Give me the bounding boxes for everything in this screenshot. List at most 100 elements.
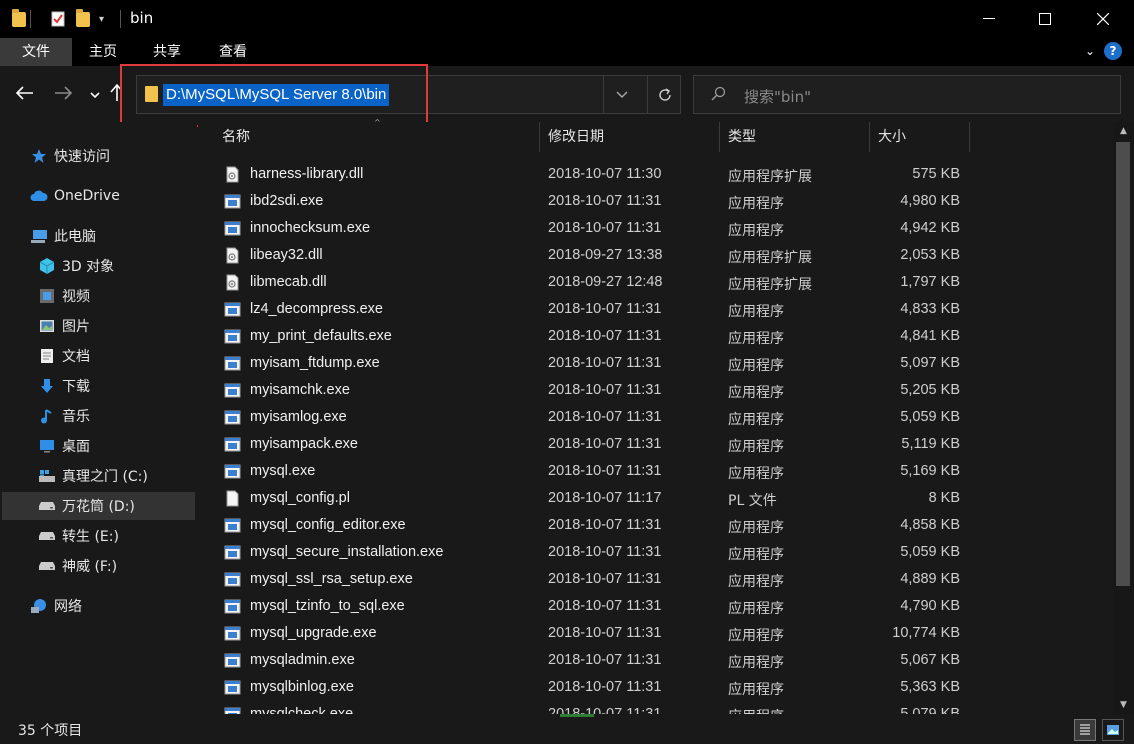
file-size: 4,942 KB xyxy=(900,220,960,236)
table-row[interactable]: mysql_tzinfo_to_sql.exe 2018-10-07 11:31 应… xyxy=(222,594,972,621)
table-row[interactable]: mysqlbinlog.exe 2018-10-07 11:31 应用程序 5,363… xyxy=(222,675,972,702)
drive-icon xyxy=(38,527,56,545)
sidebar-item-network[interactable]: 网络 xyxy=(30,592,223,620)
scroll-down-arrow-icon[interactable]: ▼ xyxy=(1113,696,1134,714)
sidebar-item-label: 桌面 xyxy=(62,439,90,455)
sidebar-item-this-pc[interactable]: 此电脑 xyxy=(30,222,223,250)
table-row[interactable]: my_print_defaults.exe 2018-10-07 11:31 应用程… xyxy=(222,324,972,351)
file-size: 8 KB xyxy=(928,490,960,506)
folder-icon[interactable] xyxy=(12,8,26,29)
cube-icon xyxy=(38,257,56,275)
table-row[interactable]: libeay32.dll 2018-09-27 13:38 应用程序扩展 2,053 … xyxy=(222,243,972,270)
file-type: PL 文件 xyxy=(728,493,777,509)
table-row[interactable]: libmecab.dll 2018-09-27 12:48 应用程序扩展 1,797 … xyxy=(222,270,972,297)
file-type: 应用程序 xyxy=(728,358,784,374)
file-date: 2018-10-07 11:31 xyxy=(548,463,662,479)
exe-file-icon xyxy=(224,409,241,426)
file-size: 5,067 KB xyxy=(900,652,960,668)
file-name: myisampack.exe xyxy=(250,436,358,452)
file-type: 应用程序 xyxy=(728,385,784,401)
scroll-up-arrow-icon[interactable]: ▲ xyxy=(1113,122,1134,140)
forward-button[interactable] xyxy=(52,84,74,106)
sidebar-item-label: 视频 xyxy=(62,289,90,305)
table-row[interactable]: myisamlog.exe 2018-10-07 11:31 应用程序 5,059 K… xyxy=(222,405,972,432)
vertical-scrollbar[interactable]: ▲ ▼ xyxy=(1113,122,1134,714)
refresh-button[interactable] xyxy=(647,76,681,113)
table-row[interactable]: mysqlcheck.exe 2018-10-07 11:31 应用程序 5,079 … xyxy=(222,702,972,714)
help-icon[interactable]: ? xyxy=(1104,42,1122,60)
table-row[interactable]: myisamchk.exe 2018-10-07 11:31 应用程序 5,205 K… xyxy=(222,378,972,405)
search-box[interactable]: 搜索"bin" xyxy=(693,75,1121,114)
minimize-button[interactable] xyxy=(960,0,1018,38)
new-folder-icon[interactable] xyxy=(76,8,90,29)
computer-icon xyxy=(30,227,48,245)
file-size: 5,119 KB xyxy=(901,436,960,452)
table-row[interactable]: mysql_config_editor.exe 2018-10-07 11:31 应… xyxy=(222,513,972,540)
file-date: 2018-10-07 11:31 xyxy=(548,328,662,344)
file-size: 4,889 KB xyxy=(900,571,960,587)
recent-locations-chevron-icon[interactable] xyxy=(84,84,106,106)
table-row[interactable]: harness-library.dll 2018-10-07 11:30 应用程序扩… xyxy=(222,162,972,189)
tab-view[interactable]: 查看 xyxy=(202,38,264,66)
file-date: 2018-10-07 11:31 xyxy=(548,517,662,533)
table-row[interactable]: myisampack.exe 2018-10-07 11:31 应用程序 5,119 … xyxy=(222,432,972,459)
file-date: 2018-10-07 11:31 xyxy=(548,706,662,714)
table-row[interactable]: ibd2sdi.exe 2018-10-07 11:31 应用程序 4,980 KB xyxy=(222,189,972,216)
file-type: 应用程序 xyxy=(728,574,784,590)
tab-file[interactable]: 文件 xyxy=(0,38,72,66)
file-date: 2018-10-07 11:31 xyxy=(548,652,662,668)
sidebar-item-onedrive[interactable]: OneDrive xyxy=(30,182,223,210)
exe-file-icon xyxy=(224,598,241,615)
large-icons-view-button[interactable] xyxy=(1102,719,1124,741)
file-type: 应用程序 xyxy=(728,304,784,320)
column-header-size[interactable]: 大小 xyxy=(870,122,970,152)
back-button[interactable] xyxy=(14,84,36,106)
customize-toolbar-chevron-icon[interactable]: ▾ xyxy=(99,9,104,29)
file-size: 4,833 KB xyxy=(900,301,960,317)
table-row[interactable]: lz4_decompress.exe 2018-10-07 11:31 应用程序 4,… xyxy=(222,297,972,324)
sidebar-item-label: 万花筒 (D:) xyxy=(62,499,135,515)
network-icon xyxy=(30,597,48,615)
music-icon xyxy=(38,407,56,425)
file-type: 应用程序 xyxy=(728,628,784,644)
table-row[interactable]: myisam_ftdump.exe 2018-10-07 11:31 应用程序 5,0… xyxy=(222,351,972,378)
sidebar-item-label: 此电脑 xyxy=(54,229,96,245)
drive-icon xyxy=(38,557,56,575)
table-row[interactable]: mysql_secure_installation.exe 2018-10-07 … xyxy=(222,540,972,567)
sidebar-item-quick-access[interactable]: 快速访问 xyxy=(30,142,223,170)
file-date: 2018-10-07 11:31 xyxy=(548,355,662,371)
table-row[interactable]: mysql_ssl_rsa_setup.exe 2018-10-07 11:31 应… xyxy=(222,567,972,594)
address-history-chevron-icon[interactable] xyxy=(603,76,639,113)
column-header-date[interactable]: 修改日期 xyxy=(540,122,720,152)
properties-icon[interactable] xyxy=(50,9,66,29)
close-button[interactable] xyxy=(1074,0,1132,38)
column-header-name[interactable]: 名称 xyxy=(214,122,540,152)
table-row[interactable]: mysqladmin.exe 2018-10-07 11:31 应用程序 5,067 … xyxy=(222,648,972,675)
exe-file-icon xyxy=(224,544,241,561)
search-placeholder: 搜索"bin" xyxy=(744,88,811,106)
file-type: 应用程序 xyxy=(728,547,784,563)
tab-share[interactable]: 共享 xyxy=(136,38,198,66)
table-row[interactable]: mysql_config.pl 2018-10-07 11:17 PL 文件 8 KB xyxy=(222,486,972,513)
file-date: 2018-10-07 11:31 xyxy=(548,571,662,587)
details-view-button[interactable] xyxy=(1074,719,1096,741)
table-row[interactable]: mysql.exe 2018-10-07 11:31 应用程序 5,169 KB xyxy=(222,459,972,486)
column-header-type[interactable]: 类型 xyxy=(720,122,870,152)
sidebar-item-label: 下载 xyxy=(62,379,90,395)
expand-ribbon-chevron-icon[interactable]: ⌄ xyxy=(1085,44,1095,58)
file-date: 2018-10-07 11:31 xyxy=(548,382,662,398)
file-type: 应用程序 xyxy=(728,196,784,212)
exe-file-icon xyxy=(224,571,241,588)
scrollbar-thumb[interactable] xyxy=(1116,142,1130,586)
file-date: 2018-10-07 11:17 xyxy=(548,490,662,506)
file-date: 2018-10-07 11:31 xyxy=(548,436,662,452)
sidebar-item-label: 神威 (F:) xyxy=(62,559,118,575)
tab-home[interactable]: 主页 xyxy=(72,38,134,66)
file-date: 2018-10-07 11:31 xyxy=(548,598,662,614)
file-name: mysql_ssl_rsa_setup.exe xyxy=(250,571,413,587)
maximize-button[interactable] xyxy=(1016,0,1074,38)
table-row[interactable]: innochecksum.exe 2018-10-07 11:31 应用程序 4,94… xyxy=(222,216,972,243)
sidebar-item-label: 3D 对象 xyxy=(62,259,115,275)
sidebar-item-drive-d[interactable]: 万花筒 (D:) xyxy=(2,492,195,520)
table-row[interactable]: mysql_upgrade.exe 2018-10-07 11:31 应用程序 10,… xyxy=(222,621,972,648)
